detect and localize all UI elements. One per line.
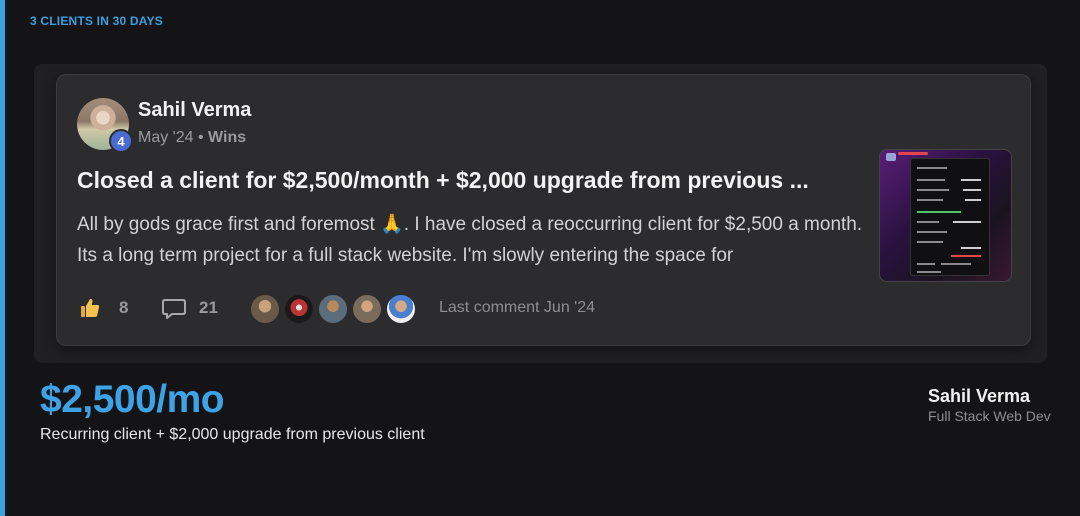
meta-separator: • [197, 129, 204, 146]
level-badge: 4 [109, 129, 133, 153]
post-actions: 8 21 Last comment Jun '24 [77, 293, 677, 325]
post-card[interactable]: 4 Sahil Verma May '24 • Wins Closed a cl… [56, 74, 1031, 346]
result-description: Recurring client + $2,000 upgrade from p… [40, 426, 425, 443]
status-strip [898, 152, 928, 155]
chat-icon [886, 153, 896, 161]
commenter-avatar[interactable] [385, 293, 417, 325]
result-price: $2,500/mo [40, 378, 225, 421]
like-count: 8 [119, 298, 129, 317]
post-date: May '24 [138, 129, 194, 146]
section-eyebrow: 3 CLIENTS IN 30 DAYS [30, 14, 163, 28]
comment-bubble-icon[interactable] [161, 297, 187, 321]
thumbs-up-icon[interactable] [79, 297, 101, 319]
post-meta: May '24 • Wins [138, 129, 246, 147]
post-attachment-thumbnail[interactable] [879, 149, 1012, 282]
post-title[interactable]: Closed a client for $2,500/month + $2,00… [77, 167, 857, 194]
post-body: All by gods grace first and foremost 🙏. … [77, 209, 867, 271]
comment-count: 21 [199, 298, 218, 317]
commenter-avatar[interactable] [283, 293, 315, 325]
person-name: Sahil Verma [928, 386, 1031, 406]
screenshot-phone [910, 158, 990, 276]
post-category[interactable]: Wins [208, 129, 246, 146]
author-name[interactable]: Sahil Verma [138, 99, 251, 122]
post-body-text: All by gods grace first and foremost [77, 214, 381, 235]
commenter-avatar[interactable] [317, 293, 349, 325]
person-role: Full Stack Web Dev [928, 408, 1051, 424]
accent-bar [0, 0, 5, 516]
commenter-avatar[interactable] [249, 293, 281, 325]
last-comment-timestamp: Last comment Jun '24 [439, 299, 596, 316]
pray-emoji: 🙏 [380, 214, 404, 235]
commenter-avatar[interactable] [351, 293, 383, 325]
